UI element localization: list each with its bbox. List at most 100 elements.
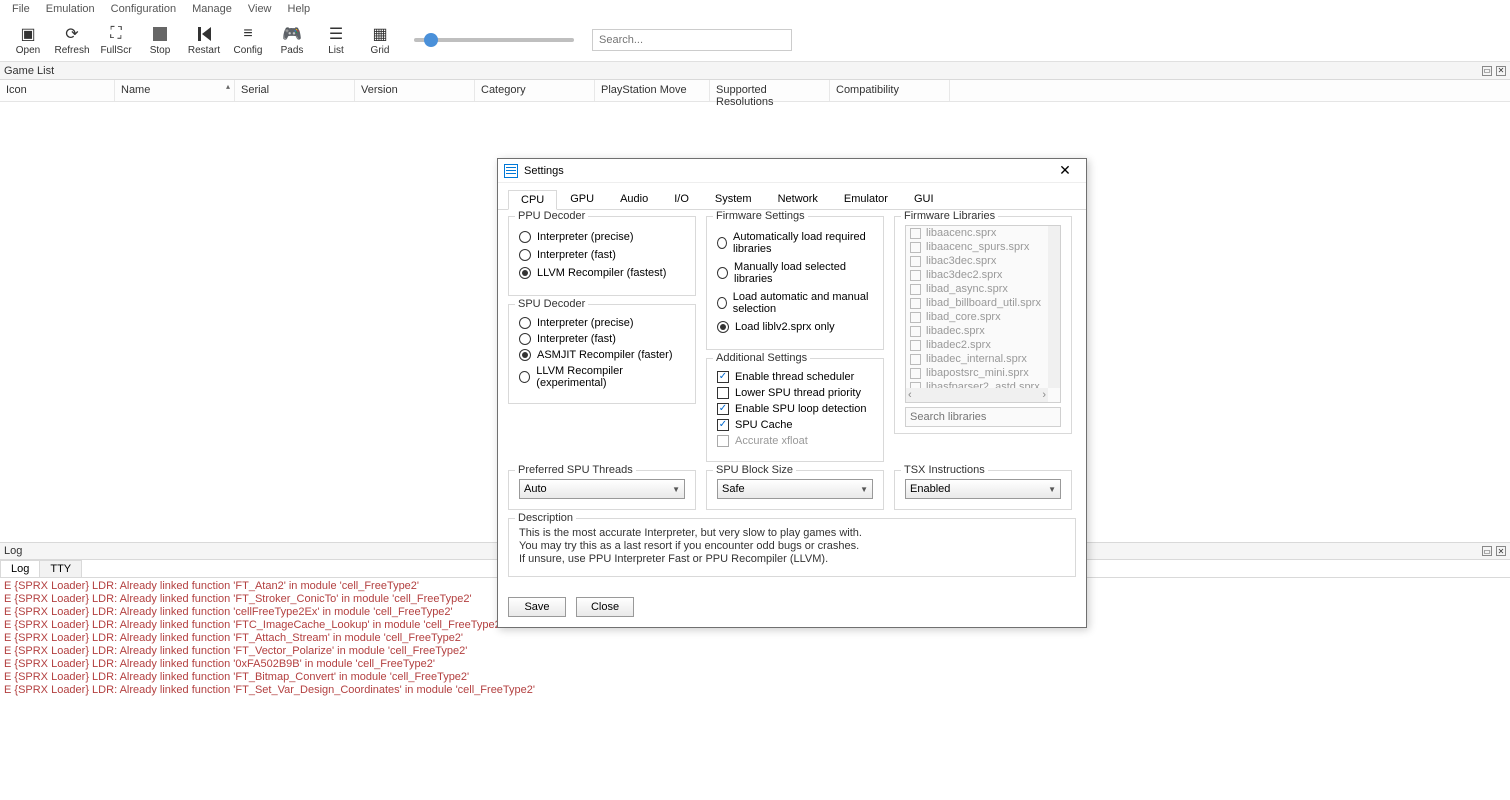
spu-option[interactable]: Interpreter (fast) xyxy=(519,333,685,345)
menu-configuration[interactable]: Configuration xyxy=(103,1,184,17)
pads-button[interactable]: 🎮Pads xyxy=(270,19,314,61)
radio-label: Interpreter (fast) xyxy=(537,333,616,345)
spu-option[interactable]: ASMJIT Recompiler (faster) xyxy=(519,349,685,361)
tab-gui[interactable]: GUI xyxy=(901,189,947,209)
checkbox-label: Accurate xfloat xyxy=(735,435,808,447)
stop-button[interactable]: Stop xyxy=(138,19,182,61)
restart-button[interactable]: Restart xyxy=(182,19,226,61)
ppu-option[interactable]: Interpreter (precise) xyxy=(519,231,685,243)
save-button[interactable]: Save xyxy=(508,597,566,617)
settings-icon xyxy=(504,164,518,178)
library-item: libad_async.sprx xyxy=(906,282,1060,296)
column-supported-resolutions[interactable]: Supported Resolutions xyxy=(710,80,830,101)
tab-tty[interactable]: TTY xyxy=(39,560,82,577)
panel-close-icon[interactable]: ✕ xyxy=(1496,66,1506,76)
radio-label: ASMJIT Recompiler (faster) xyxy=(537,349,673,361)
additional-option[interactable]: ✓ SPU Cache xyxy=(717,419,873,431)
tab-system[interactable]: System xyxy=(702,189,765,209)
tsx-instructions-group: TSX Instructions Enabled▼ xyxy=(894,470,1072,510)
column-version[interactable]: Version xyxy=(355,80,475,101)
checkbox-icon xyxy=(910,284,921,295)
icon-size-slider[interactable] xyxy=(414,38,574,42)
library-name: libad_billboard_util.sprx xyxy=(926,297,1041,309)
additional-option[interactable]: ✓Enable SPU loop detection xyxy=(717,403,873,415)
library-name: libaacenc.sprx xyxy=(926,227,996,239)
column-playstation-move[interactable]: PlayStation Move xyxy=(595,80,710,101)
config-button[interactable]: ≡Config xyxy=(226,19,270,61)
column-serial[interactable]: Serial xyxy=(235,80,355,101)
spu-option[interactable]: LLVM Recompiler (experimental) xyxy=(519,365,685,389)
tab-emulator[interactable]: Emulator xyxy=(831,189,901,209)
firmware-option[interactable]: Manually load selected libraries xyxy=(717,261,873,285)
ppu-decoder-group: PPU Decoder Interpreter (precise)Interpr… xyxy=(508,216,696,296)
column-compatibility[interactable]: Compatibility xyxy=(830,80,950,101)
radio-label: Interpreter (precise) xyxy=(537,317,634,329)
checkbox-label: Enable SPU loop detection xyxy=(735,403,866,415)
checkbox-label: Enable thread scheduler xyxy=(735,371,854,383)
fullscreen-icon: ⛶ xyxy=(106,24,126,44)
tab-i-o[interactable]: I/O xyxy=(661,189,702,209)
checkbox-icon xyxy=(717,387,729,399)
library-item: libaacenc_spurs.sprx xyxy=(906,240,1060,254)
list-button[interactable]: ☰List xyxy=(314,19,358,61)
additional-option[interactable]: Lower SPU thread priority xyxy=(717,387,873,399)
slider-thumb[interactable] xyxy=(424,33,438,47)
checkbox-label: SPU Cache xyxy=(735,419,792,431)
ppu-option[interactable]: LLVM Recompiler (fastest) xyxy=(519,267,685,279)
library-item: libadec.sprx xyxy=(906,324,1060,338)
tab-cpu[interactable]: CPU xyxy=(508,190,557,210)
column-name[interactable]: Name▴ xyxy=(115,80,235,101)
gamelist-panel-title: Game List ▭✕ xyxy=(0,62,1510,80)
column-category[interactable]: Category xyxy=(475,80,595,101)
firmware-option[interactable]: Automatically load required libraries xyxy=(717,231,873,255)
fullscreen-button[interactable]: ⛶FullScr xyxy=(94,19,138,61)
library-search-input[interactable] xyxy=(905,407,1061,427)
checkbox-icon xyxy=(910,340,921,351)
library-list[interactable]: libaacenc.sprxlibaacenc_spurs.sprx libac3… xyxy=(905,225,1061,403)
menu-manage[interactable]: Manage xyxy=(184,1,240,17)
library-item: libac3dec2.sprx xyxy=(906,268,1060,282)
dialog-titlebar[interactable]: Settings ✕ xyxy=(498,159,1086,183)
tab-log[interactable]: Log xyxy=(0,560,40,577)
tab-gpu[interactable]: GPU xyxy=(557,189,607,209)
spu-threads-select[interactable]: Auto▼ xyxy=(519,479,685,499)
toolbar: ▣Open ⟳Refresh ⛶FullScr Stop Restart ≡Co… xyxy=(0,18,1510,62)
checkbox-icon xyxy=(910,256,921,267)
checkbox-icon xyxy=(910,354,921,365)
column-icon[interactable]: Icon xyxy=(0,80,115,101)
menu-emulation[interactable]: Emulation xyxy=(38,1,103,17)
open-button[interactable]: ▣Open xyxy=(6,19,50,61)
panel-float-icon[interactable]: ▭ xyxy=(1482,66,1492,76)
menu-view[interactable]: View xyxy=(240,1,280,17)
close-button[interactable]: Close xyxy=(576,597,634,617)
firmware-option[interactable]: Load liblv2.sprx only xyxy=(717,321,873,333)
scrollbar-vertical[interactable] xyxy=(1048,226,1060,388)
menu-file[interactable]: File xyxy=(4,1,38,17)
close-icon[interactable]: ✕ xyxy=(1050,162,1080,179)
ppu-option[interactable]: Interpreter (fast) xyxy=(519,249,685,261)
tab-network[interactable]: Network xyxy=(765,189,831,209)
spu-block-size-select[interactable]: Safe▼ xyxy=(717,479,873,499)
scrollbar-horizontal[interactable]: ‹› xyxy=(906,388,1048,402)
log-line: E {SPRX Loader} LDR: Already linked func… xyxy=(4,671,1506,684)
radio-label: Load liblv2.sprx only xyxy=(735,321,835,333)
tsx-select[interactable]: Enabled▼ xyxy=(905,479,1061,499)
radio-label: Automatically load required libraries xyxy=(733,231,873,255)
panel-float-icon[interactable]: ▭ xyxy=(1482,546,1492,556)
radio-label: Interpreter (fast) xyxy=(537,249,616,261)
tab-audio[interactable]: Audio xyxy=(607,189,661,209)
settings-dialog: Settings ✕ CPUGPUAudioI/OSystemNetworkEm… xyxy=(497,158,1087,628)
additional-option[interactable]: ✓Enable thread scheduler xyxy=(717,371,873,383)
grid-button[interactable]: ▦Grid xyxy=(358,19,402,61)
refresh-button[interactable]: ⟳Refresh xyxy=(50,19,94,61)
spu-option[interactable]: Interpreter (precise) xyxy=(519,317,685,329)
panel-close-icon[interactable]: ✕ xyxy=(1496,546,1506,556)
radio-label: LLVM Recompiler (fastest) xyxy=(537,267,666,279)
firmware-option[interactable]: Load automatic and manual selection xyxy=(717,291,873,315)
search-input[interactable] xyxy=(592,29,792,51)
stop-icon xyxy=(150,24,170,44)
library-item: libapostsrc_mini.sprx xyxy=(906,366,1060,380)
menu-help[interactable]: Help xyxy=(280,1,319,17)
checkbox-icon: ✓ xyxy=(717,419,729,431)
description-group: Description This is the most accurate In… xyxy=(508,518,1076,577)
